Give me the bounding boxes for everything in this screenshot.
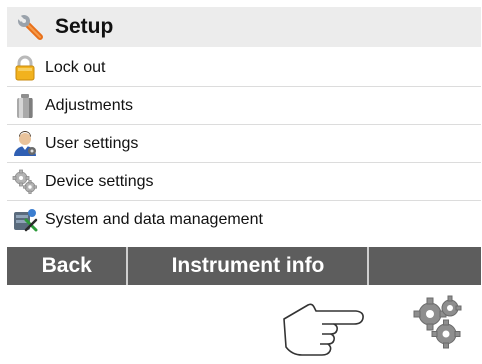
header-bar: Setup — [7, 7, 481, 47]
weight-icon — [11, 92, 39, 120]
padlock-icon — [11, 54, 39, 82]
menu-item-adjustments[interactable]: Adjustments — [7, 87, 481, 125]
hardware-area — [0, 282, 482, 362]
setup-screen: Setup Lock out Adjustments User settings… — [7, 7, 481, 285]
menu-item-device-settings[interactable]: Device settings — [7, 163, 481, 201]
gears-icon — [410, 292, 470, 352]
bottom-button-bar: Back Instrument info — [7, 247, 481, 285]
page-title: Setup — [55, 15, 114, 38]
setup-menu: Lock out Adjustments User settings Devic… — [7, 49, 481, 238]
menu-item-label: System and data management — [45, 210, 263, 228]
back-button[interactable]: Back — [7, 247, 129, 285]
menu-item-label: Adjustments — [45, 96, 134, 114]
user-icon — [11, 130, 39, 158]
pointing-hand-icon — [278, 297, 370, 359]
menu-item-label: Lock out — [45, 58, 106, 76]
menu-item-lock-out[interactable]: Lock out — [7, 49, 481, 87]
menu-item-system-data-management[interactable]: System and data management — [7, 201, 481, 238]
gear-icon — [11, 168, 39, 196]
menu-item-label: Device settings — [45, 172, 154, 190]
empty-softkey[interactable] — [369, 247, 481, 285]
instrument-info-button[interactable]: Instrument info — [128, 247, 370, 285]
system-data-icon — [11, 206, 39, 234]
wrench-icon — [13, 11, 49, 43]
menu-item-label: User settings — [45, 134, 139, 152]
menu-item-user-settings[interactable]: User settings — [7, 125, 481, 163]
